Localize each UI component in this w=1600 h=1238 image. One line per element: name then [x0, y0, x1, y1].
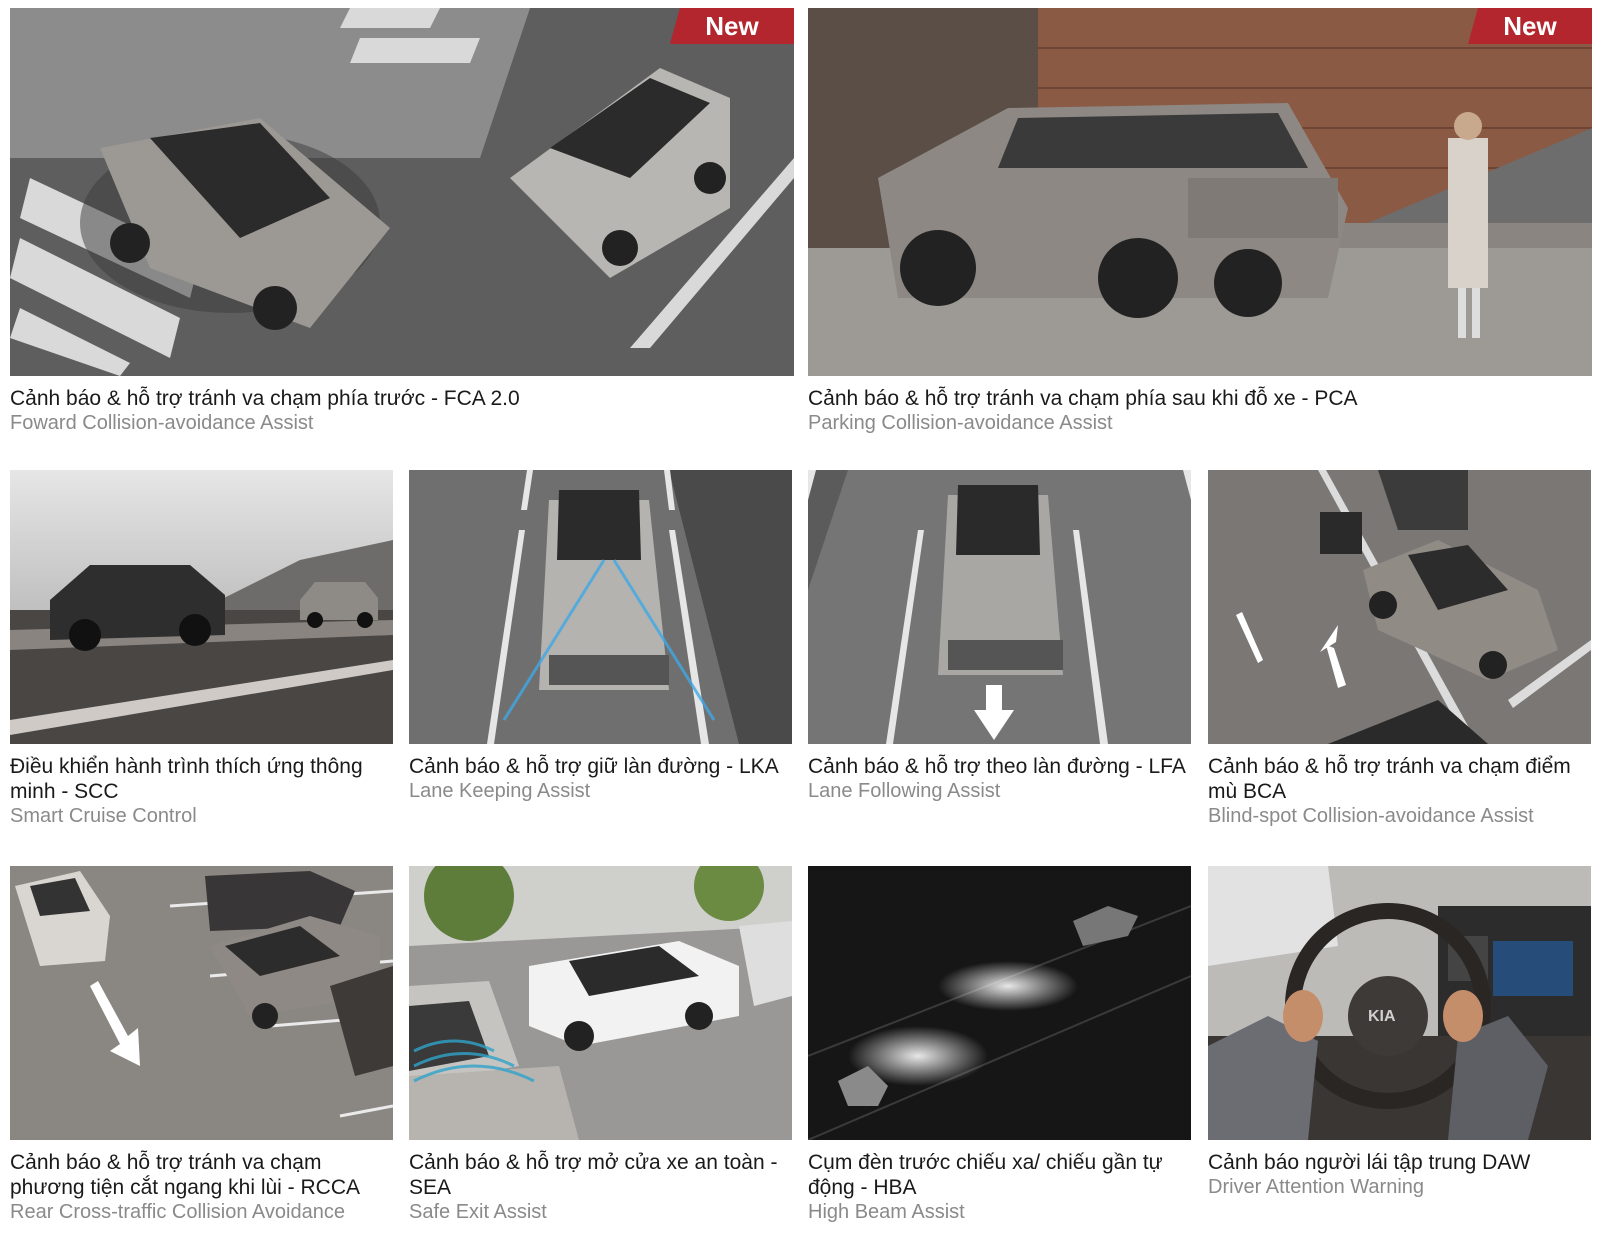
card-subtitle: Foward Collision-avoidance Assist — [10, 412, 314, 434]
feature-card-scc[interactable]: Điều khiển hành trình thích ứng thông mi… — [10, 470, 393, 829]
card-subtitle: Lane Keeping Assist — [409, 780, 591, 802]
card-subtitle: Driver Attention Warning — [1208, 1176, 1425, 1198]
lfa-image — [808, 470, 1191, 744]
lka-image — [409, 470, 792, 744]
card-title: Cảnh báo người lái tập trung DAW — [1208, 1151, 1531, 1174]
card-title: Cụm đèn trước chiếu xa/ chiếu gần tự độn… — [808, 1151, 1163, 1199]
feature-card-bca[interactable]: Cảnh báo & hỗ trợ tránh va chạm điểm mù … — [1208, 470, 1591, 829]
feature-card-rcca[interactable]: Cảnh báo & hỗ trợ tránh va chạm phương t… — [10, 866, 393, 1225]
sea-image — [409, 866, 792, 1140]
feature-card-lka[interactable]: Cảnh báo & hỗ trợ giữ làn đường - LKA La… — [409, 470, 792, 804]
card-title: Cảnh báo & hỗ trợ tránh va chạm phía trư… — [10, 387, 520, 410]
feature-card-sea[interactable]: Cảnh báo & hỗ trợ mở cửa xe an toàn - SE… — [409, 866, 792, 1225]
bca-image — [1208, 470, 1591, 744]
card-subtitle: Smart Cruise Control — [10, 805, 197, 827]
new-badge: New — [670, 8, 794, 44]
pca-image: New — [808, 8, 1592, 376]
daw-image: KIA — [1208, 866, 1591, 1140]
card-title: Điều khiển hành trình thích ứng thông mi… — [10, 755, 363, 803]
rcca-image — [10, 866, 393, 1140]
card-subtitle: Safe Exit Assist — [409, 1201, 547, 1223]
fca-image: New — [10, 8, 794, 376]
card-title: Cảnh báo & hỗ trợ mở cửa xe an toàn - SE… — [409, 1151, 778, 1199]
feature-card-pca[interactable]: New Cảnh báo & hỗ trợ tránh va chạm phía… — [808, 8, 1592, 436]
feature-card-hba[interactable]: Cụm đèn trước chiếu xa/ chiếu gần tự độn… — [808, 866, 1191, 1225]
card-subtitle: Parking Collision-avoidance Assist — [808, 412, 1113, 434]
card-title: Cảnh báo & hỗ trợ tránh va chạm phía sau… — [808, 387, 1358, 410]
card-subtitle: Lane Following Assist — [808, 780, 1001, 802]
svg-text:KIA: KIA — [1368, 1008, 1396, 1025]
card-subtitle: Rear Cross-traffic Collision Avoidance — [10, 1201, 345, 1223]
new-badge: New — [1468, 8, 1592, 44]
card-subtitle: Blind-spot Collision-avoidance Assist — [1208, 805, 1534, 827]
card-title: Cảnh báo & hỗ trợ tránh va chạm điểm mù … — [1208, 755, 1571, 803]
card-title: Cảnh báo & hỗ trợ giữ làn đường - LKA — [409, 755, 779, 778]
hba-image — [808, 866, 1191, 1140]
card-title: Cảnh báo & hỗ trợ theo làn đường - LFA — [808, 755, 1186, 778]
feature-card-lfa[interactable]: Cảnh báo & hỗ trợ theo làn đường - LFA L… — [808, 470, 1191, 804]
card-title: Cảnh báo & hỗ trợ tránh va chạm phương t… — [10, 1151, 361, 1199]
card-subtitle: High Beam Assist — [808, 1201, 965, 1223]
scc-image — [10, 470, 393, 744]
feature-card-fca[interactable]: New Cảnh báo & hỗ trợ tránh va chạm phía… — [10, 8, 794, 436]
feature-card-daw[interactable]: KIA Cảnh báo người lái tập trung DAW Dri… — [1208, 866, 1591, 1200]
